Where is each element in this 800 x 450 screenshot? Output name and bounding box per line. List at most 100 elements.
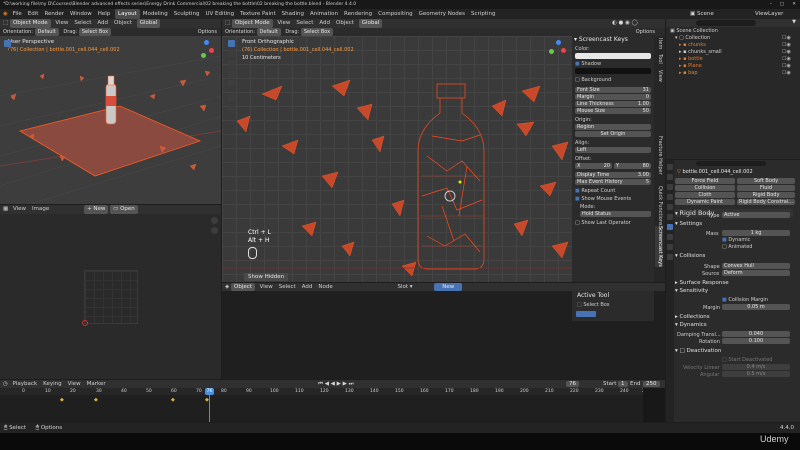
left-transform-orientation[interactable]: Global xyxy=(136,19,161,28)
slot-dropdown[interactable]: Slot ▾ xyxy=(397,284,412,290)
physics-dynamic-paint-button[interactable]: Dynamic Paint xyxy=(675,199,735,205)
offset-y-field[interactable]: Y 80 xyxy=(614,163,651,169)
main-measure-tool-icon[interactable] xyxy=(228,105,235,112)
node-menu-select[interactable]: Select xyxy=(276,283,299,291)
view-layer-selector[interactable]: ViewLayer xyxy=(755,9,783,19)
workspace-tab-animation[interactable]: Animation xyxy=(307,9,341,19)
constraint-tab-icon[interactable] xyxy=(667,234,673,240)
origin-dropdown[interactable]: Region xyxy=(575,124,651,130)
filter-icon[interactable]: ▼ xyxy=(792,19,796,25)
properties-search-input[interactable] xyxy=(696,161,766,166)
left-orientation-dropdown[interactable]: Default xyxy=(34,28,59,36)
timeline-menu-playback[interactable]: Playback xyxy=(10,380,41,388)
main-rotate-tool-icon[interactable] xyxy=(228,70,235,77)
main-options-button[interactable]: Options xyxy=(636,28,655,36)
active-tool-name[interactable]: ⬚ Select Box xyxy=(577,302,610,308)
collisions-subsection[interactable]: ▾ Collisions xyxy=(675,252,793,260)
last-operator-panel[interactable]: Show Hidden xyxy=(244,273,289,281)
collision-margin-checkbox[interactable]: ■ Collision Margin xyxy=(722,297,768,303)
output-tab-icon[interactable] xyxy=(667,184,673,190)
playhead[interactable]: 76 xyxy=(205,388,214,395)
workspace-tab-rendering[interactable]: Rendering xyxy=(341,9,375,19)
camera-view-icon[interactable] xyxy=(210,86,217,93)
left-menu-view[interactable]: View xyxy=(52,19,71,28)
scale-tool-icon[interactable] xyxy=(4,80,11,87)
physics-collision-button[interactable]: Collision xyxy=(675,185,735,191)
npanel-tab-tool[interactable]: Tool xyxy=(655,54,663,64)
npanel-tab-fracture[interactable]: Fracture Helper xyxy=(655,136,663,175)
align-dropdown[interactable]: Left xyxy=(575,147,651,153)
physics-rigid-body-constraint-button[interactable]: Rigid Body Constrai... xyxy=(737,199,795,205)
left-options-button[interactable]: Options xyxy=(198,28,217,36)
main-drag-dropdown[interactable]: Select Box xyxy=(300,28,334,36)
display-time-field[interactable]: Display Time 3.00 xyxy=(575,172,651,178)
dynamic-checkbox[interactable]: ■ Dynamic xyxy=(722,237,750,243)
font-size-field[interactable]: Font Size 31 xyxy=(575,87,651,93)
main-shading-buttons[interactable]: ◐ ● ◉ ◯ xyxy=(612,19,638,28)
scene-selector[interactable]: ▣ Scene xyxy=(690,9,714,19)
outliner-item-chunks-small[interactable]: ▸ ▪ chunks_small xyxy=(679,49,722,55)
outliner-search-input[interactable] xyxy=(696,20,756,26)
npanel-tab-screencast[interactable]: Screencast Keys xyxy=(655,226,663,267)
physics-fluid-button[interactable]: Fluid xyxy=(737,185,795,191)
image-menu-view[interactable]: View xyxy=(10,205,29,214)
main-menu-select[interactable]: Select xyxy=(293,19,316,28)
main-cursor-tool-icon[interactable] xyxy=(228,50,235,57)
sensitivity-subsection[interactable]: ▾ Sensitivity xyxy=(675,287,793,295)
outliner-item-chunks[interactable]: ▸ ▪ chunks xyxy=(679,42,706,48)
margin-field[interactable]: Margin 0 xyxy=(575,94,651,100)
main-scale-tool-icon[interactable] xyxy=(228,80,235,87)
show-last-op-checkbox[interactable]: □ Show Last Operator xyxy=(575,220,631,226)
mode-dropdown[interactable]: Hold Status xyxy=(580,211,651,217)
node-menu-add[interactable]: Add xyxy=(299,283,316,291)
cursor-tool-icon[interactable] xyxy=(4,50,11,57)
menu-file[interactable]: File xyxy=(10,9,25,19)
shadow-checkbox[interactable]: ■ Shadow xyxy=(575,61,601,67)
physics-tab-icon[interactable] xyxy=(667,224,673,230)
main-transform-orientation[interactable]: Global xyxy=(358,19,383,28)
render-tab-icon[interactable] xyxy=(667,174,673,180)
timeline-menu-marker[interactable]: Marker xyxy=(84,380,109,388)
modifier-tab-icon[interactable] xyxy=(667,214,673,220)
playback-controls[interactable]: ⏮ ◀ ◀ ▶ ▶ ⏭ xyxy=(318,380,354,388)
timeline-menu-keying[interactable]: Keying xyxy=(40,380,64,388)
left-menu-select[interactable]: Select xyxy=(71,19,94,28)
damping-translation-field[interactable]: 0.040 xyxy=(722,331,790,337)
left-viewport[interactable]: User Perspective (76) Collection | bottl… xyxy=(0,36,221,204)
data-tab-icon[interactable] xyxy=(667,244,673,250)
npanel-tab-view[interactable]: View xyxy=(655,70,663,82)
main-menu-add[interactable]: Add xyxy=(316,19,333,28)
workspace-tab-scripting[interactable]: Scripting xyxy=(468,9,498,19)
axis-x-icon[interactable] xyxy=(209,48,214,53)
physics-rigid-body-button[interactable]: Rigid Body xyxy=(737,192,795,198)
workspace-tab-compositing[interactable]: Compositing xyxy=(375,9,415,19)
menu-window[interactable]: Window xyxy=(67,9,95,19)
image-pan-icon[interactable] xyxy=(211,227,218,234)
main-tweak-tool-icon[interactable] xyxy=(228,40,235,47)
main-orientation-dropdown[interactable]: Default xyxy=(256,28,281,36)
start-deactivated-checkbox[interactable]: □ Start Deactivated xyxy=(722,357,772,363)
close-button[interactable]: ✕ xyxy=(792,0,796,9)
main-editor-type-icon[interactable]: ⬚ xyxy=(225,20,230,26)
physics-force-field-button[interactable]: Force Field xyxy=(675,178,735,184)
line-thickness-field[interactable]: Line Thickness 1.00 xyxy=(575,101,651,107)
timeline-editor-icon[interactable]: ◷ xyxy=(3,381,8,387)
node-editor-type-icon[interactable]: ◈ xyxy=(225,284,229,290)
mass-field[interactable]: 1 kg xyxy=(722,230,790,236)
zoom-icon[interactable] xyxy=(210,66,217,73)
select-mode-icons[interactable] xyxy=(576,311,596,317)
axis-y-icon[interactable] xyxy=(201,53,206,58)
left-navigation-gizmo[interactable] xyxy=(195,39,217,61)
margin-field-props[interactable]: 0.05 m xyxy=(722,304,790,310)
physics-soft-body-button[interactable]: Soft Body xyxy=(737,178,795,184)
left-drag-dropdown[interactable]: Select Box xyxy=(78,28,112,36)
set-origin-button[interactable]: Set Origin xyxy=(575,131,651,137)
tool-tab-icon[interactable] xyxy=(667,164,673,170)
show-mouse-checkbox[interactable]: ■ Show Mouse Events xyxy=(575,196,631,202)
visibility-toggles[interactable]: ☐◉ ☐◉ ☐◉ ☐◉ ☐◉ ☐◉ xyxy=(782,35,798,77)
timeline-area[interactable]: 0 10 20 30 40 50 60 70 80 90 100 110 120… xyxy=(0,388,665,422)
main-axis-x-icon[interactable] xyxy=(561,48,566,53)
workspace-tab-modeling[interactable]: Modeling xyxy=(140,9,171,19)
left-mode-dropdown[interactable]: Object Mode xyxy=(9,19,51,28)
main-mode-dropdown[interactable]: Object Mode xyxy=(231,19,273,28)
